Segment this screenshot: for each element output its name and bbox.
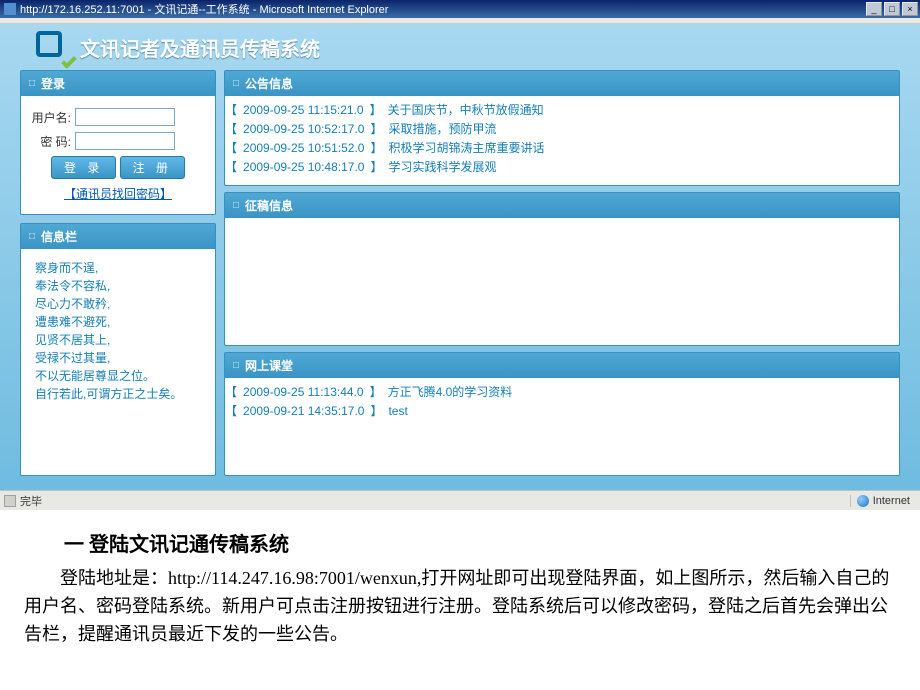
info-line: 自行若此,可谓方正之士矣。	[35, 385, 201, 403]
notice-item[interactable]: 【2009-09-25 11:15:21.0】关于国庆节，中秋节放假通知	[225, 100, 899, 119]
close-button[interactable]: ×	[902, 2, 918, 16]
info-line: 受禄不过其量,	[35, 349, 201, 367]
notice-timestamp: 2009-09-25 10:48:17.0	[243, 160, 364, 174]
login-panel-header: 登录	[21, 71, 215, 96]
info-line: 奉法令不容私,	[35, 277, 201, 295]
notice-item[interactable]: 【2009-09-25 10:51:52.0】积极学习胡锦涛主席重要讲话	[225, 138, 899, 157]
info-line: 察身而不逞,	[35, 259, 201, 277]
globe-icon	[857, 495, 869, 507]
browser-statusbar: 完毕 Internet	[0, 490, 920, 510]
forgot-password-link[interactable]: 【通讯员找回密码】	[64, 187, 172, 201]
notice-item[interactable]: 【2009-09-25 10:48:17.0】学习实践科学发展观	[225, 157, 899, 176]
favicon	[4, 3, 16, 15]
info-line: 见贤不居其上,	[35, 331, 201, 349]
password-label: 密 码:	[31, 133, 71, 150]
notice-title[interactable]: 积极学习胡锦涛主席重要讲话	[388, 139, 544, 156]
notice-timestamp: 2009-09-25 10:51:52.0	[243, 141, 364, 155]
register-button[interactable]: 注 册	[120, 156, 185, 179]
security-zone: Internet	[850, 495, 916, 507]
document-text: 一 登陆文讯记通传稿系统 登陆地址是：http://114.247.16.98:…	[0, 510, 920, 659]
window-title: http://172.16.252.11:7001 - 文讯记通--工作系统 -…	[20, 1, 866, 17]
classroom-panel-header: 网上课堂	[225, 353, 899, 378]
info-line: 不以无能居尊显之位。	[35, 367, 201, 385]
info-panel-header: 信息栏	[21, 224, 215, 249]
username-input[interactable]	[75, 108, 175, 126]
classroom-panel: 网上课堂 【2009-09-25 11:13:44.0】方正飞腾4.0的学习资料…	[224, 352, 900, 476]
info-content: 察身而不逞, 奉法令不容私, 尽心力不敢矜, 遭患难不避死, 见贤不居其上, 受…	[21, 249, 215, 413]
notice-timestamp: 2009-09-25 10:52:17.0	[243, 122, 364, 136]
status-text: 完毕	[20, 493, 850, 509]
draft-panel-header: 征稿信息	[225, 193, 899, 218]
notice-panel: 公告信息 【2009-09-25 11:15:21.0】关于国庆节，中秋节放假通…	[224, 70, 900, 186]
info-line: 遭患难不避死,	[35, 313, 201, 331]
login-button[interactable]: 登 录	[51, 156, 116, 179]
app-logo-icon	[36, 31, 72, 63]
app-title: 文讯记者及通讯员传稿系统	[80, 33, 320, 62]
maximize-button[interactable]: □	[884, 2, 900, 16]
classroom-title[interactable]: 方正飞腾4.0的学习资料	[388, 383, 513, 400]
classroom-item[interactable]: 【2009-09-25 11:13:44.0】方正飞腾4.0的学习资料	[225, 382, 899, 401]
draft-content	[225, 218, 899, 345]
notice-title[interactable]: 关于国庆节，中秋节放假通知	[388, 101, 544, 118]
notice-title[interactable]: 学习实践科学发展观	[388, 158, 496, 175]
notice-panel-header: 公告信息	[225, 71, 899, 96]
info-line: 尽心力不敢矜,	[35, 295, 201, 313]
password-input[interactable]	[75, 132, 175, 150]
classroom-item[interactable]: 【2009-09-21 14:35:17.0】test	[225, 401, 899, 420]
classroom-title[interactable]: test	[388, 404, 407, 418]
info-panel: 信息栏 察身而不逞, 奉法令不容私, 尽心力不敢矜, 遭患难不避死, 见贤不居其…	[20, 223, 216, 476]
draft-panel: 征稿信息	[224, 192, 900, 346]
zone-label: Internet	[873, 495, 910, 507]
doc-heading: 一 登陆文讯记通传稿系统	[24, 530, 896, 561]
notice-timestamp: 2009-09-25 11:15:21.0	[243, 103, 364, 117]
minimize-button[interactable]: _	[866, 2, 882, 16]
login-panel: 登录 用户名: 密 码: 登 录 注 册	[20, 70, 216, 215]
doc-paragraph: 登陆地址是：http://114.247.16.98:7001/wenxun,打…	[24, 565, 896, 649]
notice-title[interactable]: 采取措施，预防甲流	[388, 120, 496, 137]
username-label: 用户名:	[31, 109, 71, 126]
browser-titlebar: http://172.16.252.11:7001 - 文讯记通--工作系统 -…	[0, 0, 920, 18]
classroom-timestamp: 2009-09-25 11:13:44.0	[243, 385, 364, 399]
classroom-timestamp: 2009-09-21 14:35:17.0	[243, 404, 364, 418]
status-done-icon	[4, 495, 16, 507]
app-body: 文讯记者及通讯员传稿系统 登录 用户名: 密 码:	[0, 24, 920, 490]
notice-item[interactable]: 【2009-09-25 10:52:17.0】采取措施，预防甲流	[225, 119, 899, 138]
app-header: 文讯记者及通讯员传稿系统	[0, 24, 920, 70]
